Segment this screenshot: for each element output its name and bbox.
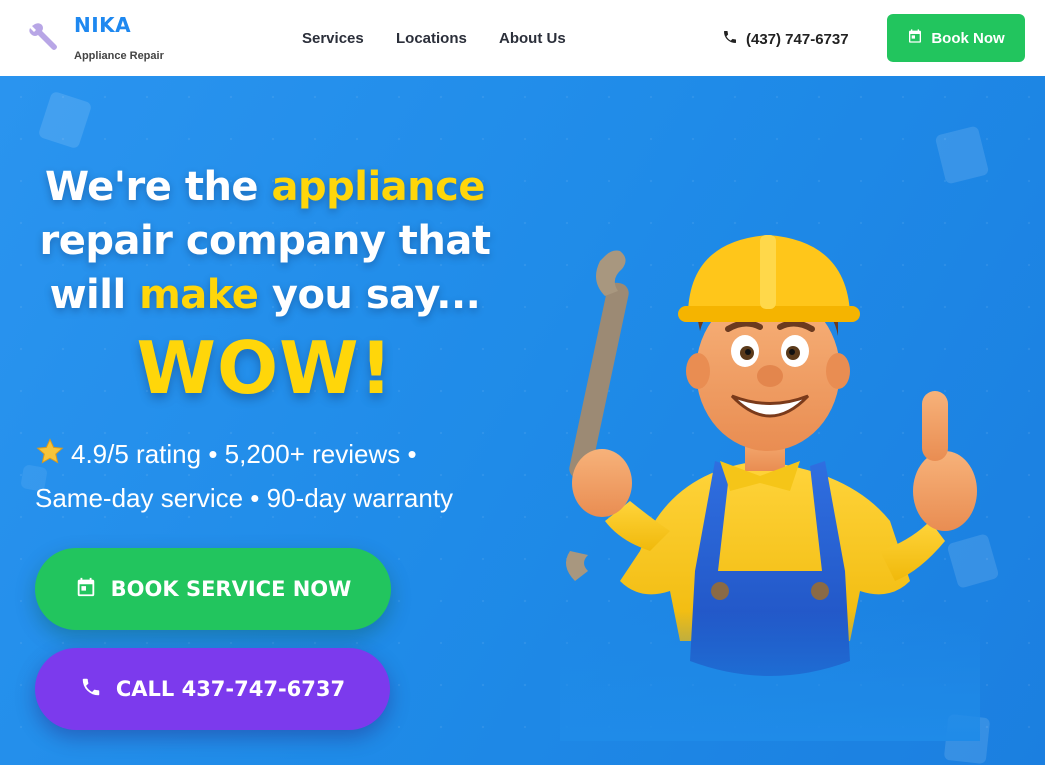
book-now-button[interactable]: Book Now	[887, 14, 1025, 62]
stats-rating: 4.9/5 rating • 5,200+ reviews •	[71, 439, 417, 469]
headline-text: will	[49, 272, 140, 318]
headline-highlight: make	[139, 272, 259, 318]
stats-service: Same-day service • 90-day warranty	[35, 483, 454, 513]
headline-highlight: appliance	[271, 164, 486, 210]
phone-icon	[80, 676, 102, 703]
headline-text: We're the	[44, 164, 272, 210]
book-service-button[interactable]: BOOK SERVICE NOW	[35, 548, 391, 630]
brand-subtitle: Appliance Repair	[74, 50, 164, 62]
hero-section: We're the appliance repair company that …	[0, 76, 1045, 765]
book-service-label: BOOK SERVICE NOW	[110, 577, 352, 601]
header-phone-number: (437) 747-6737	[746, 30, 849, 48]
call-button[interactable]: CALL 437-747-6737	[35, 648, 390, 730]
book-now-label: Book Now	[931, 29, 1005, 47]
wrench-icon[interactable]	[26, 22, 60, 54]
hero-wow: WOW!	[136, 326, 394, 410]
nav-services[interactable]: Services	[302, 30, 364, 47]
nav-locations[interactable]: Locations	[396, 30, 467, 47]
repairman-mascot-image	[560, 221, 980, 741]
headline-text: you say...	[258, 272, 481, 318]
hero-headline: We're the appliance repair company that …	[0, 160, 530, 322]
calendar-icon	[907, 28, 923, 48]
header-phone-link[interactable]: (437) 747-6737	[722, 29, 849, 49]
hero-stats: 4.9/5 rating • 5,200+ reviews • Same-day…	[35, 434, 453, 518]
calendar-icon	[75, 576, 97, 603]
headline-text: repair company that	[39, 218, 491, 264]
phone-icon	[722, 29, 738, 49]
nav-about-us[interactable]: About Us	[499, 30, 566, 47]
brand-name[interactable]: NIKA	[74, 13, 131, 37]
star-icon	[35, 437, 65, 478]
site-header: NIKA Appliance Repair Services Locations…	[0, 0, 1045, 76]
call-label: CALL 437-747-6737	[115, 677, 346, 701]
